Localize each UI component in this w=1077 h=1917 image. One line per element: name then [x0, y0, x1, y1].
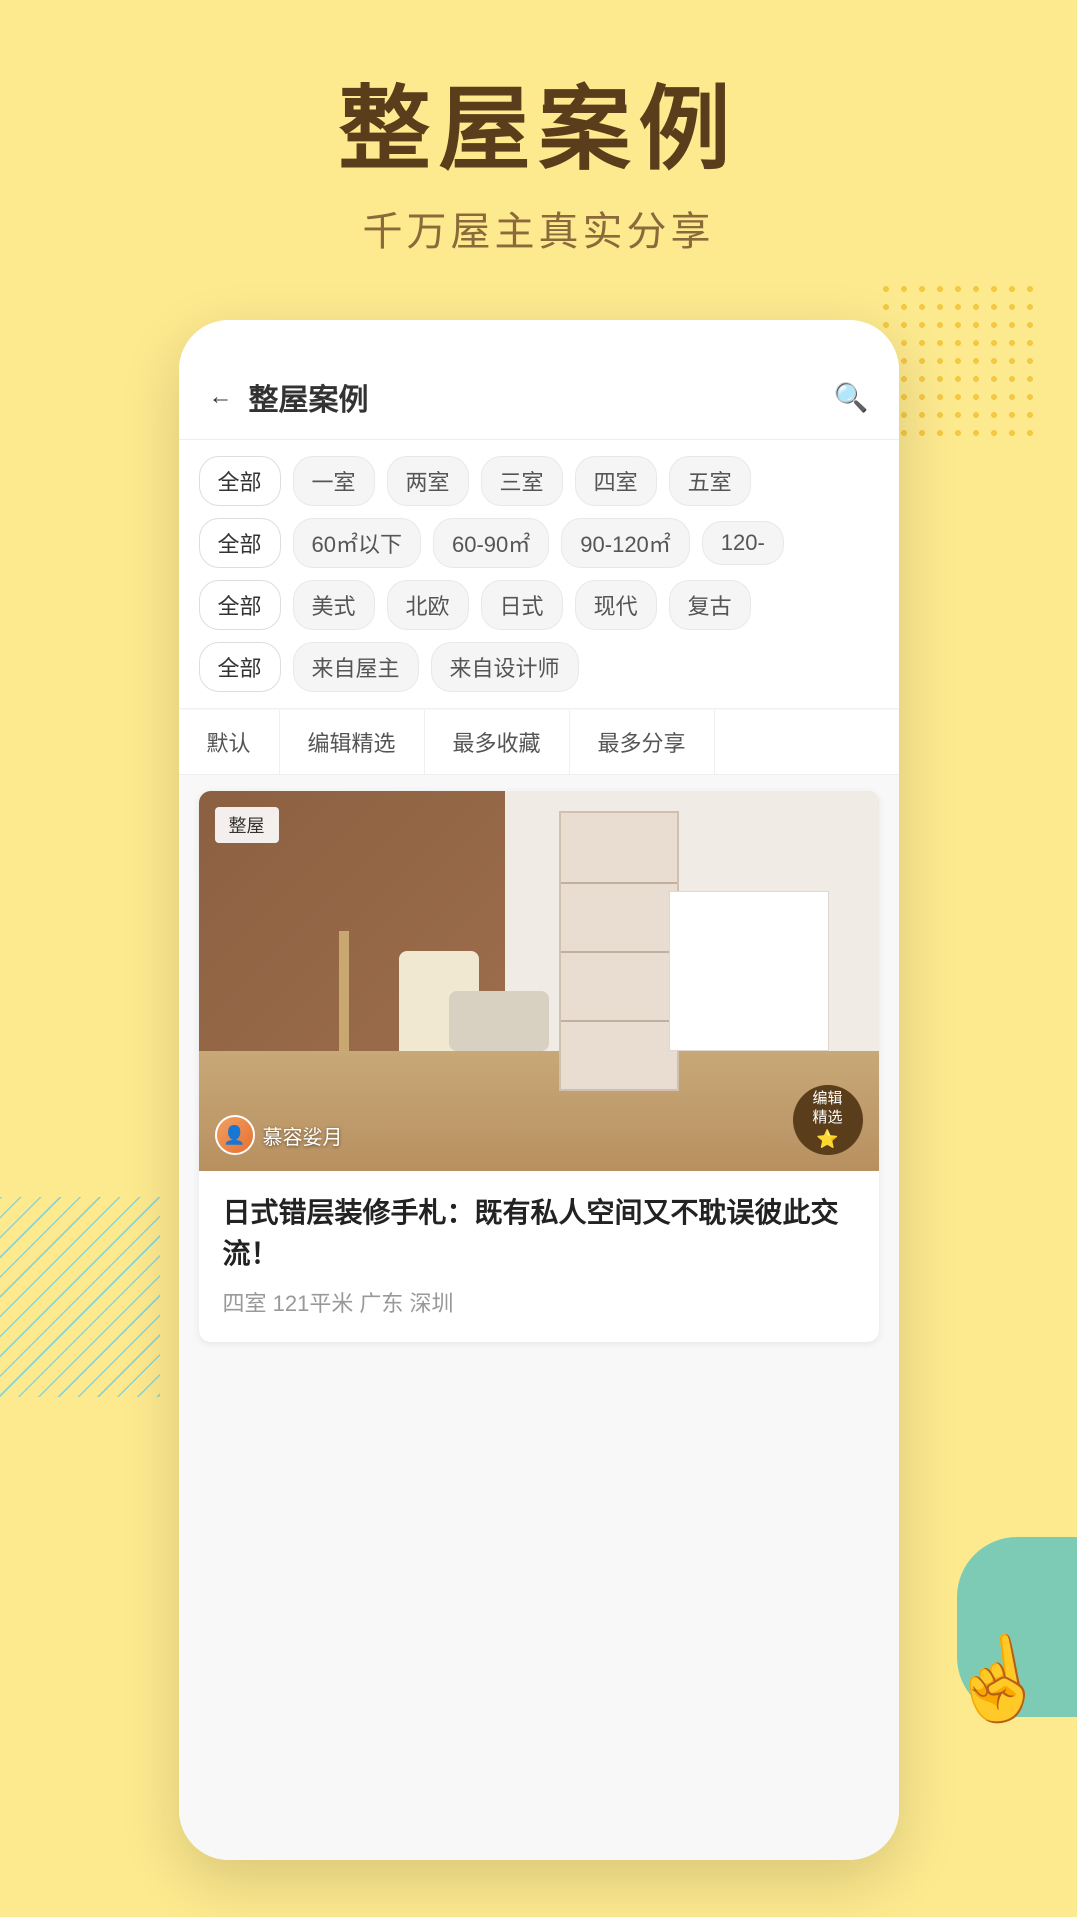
- filter-from-designer[interactable]: 来自设计师: [431, 642, 579, 692]
- bookshelf: [559, 811, 679, 1091]
- main-title: 整屋案例: [0, 80, 1077, 181]
- filter-all-source[interactable]: 全部: [199, 642, 281, 692]
- author-name: 慕容娑月: [263, 1121, 343, 1150]
- filter-area-90-120[interactable]: 90-120㎡: [561, 518, 690, 568]
- editor-badge-line1: 编辑: [812, 1089, 842, 1109]
- filter-row-source: 全部 来自屋主 来自设计师: [199, 642, 879, 692]
- page-title: 整屋案例: [249, 375, 834, 419]
- decorative-dots: [877, 280, 1037, 440]
- sub-title: 千万屋主真实分享: [0, 199, 1077, 257]
- filter-5-rooms[interactable]: 五室: [669, 456, 751, 506]
- filter-1-room[interactable]: 一室: [293, 456, 375, 506]
- card-type-badge: 整屋: [215, 807, 279, 843]
- filter-2-rooms[interactable]: 两室: [387, 456, 469, 506]
- filter-area-120plus[interactable]: 120-: [702, 521, 784, 565]
- decorative-hand: ☝️: [940, 1625, 1054, 1735]
- back-button[interactable]: ←: [209, 383, 233, 411]
- filter-nordic[interactable]: 北欧: [387, 580, 469, 630]
- filter-american[interactable]: 美式: [293, 580, 375, 630]
- search-button[interactable]: 🔍: [834, 381, 869, 414]
- filter-area-60[interactable]: 60㎡以下: [293, 518, 421, 568]
- filter-all-styles[interactable]: 全部: [199, 580, 281, 630]
- filter-row-area: 全部 60㎡以下 60-90㎡ 90-120㎡ 120-: [199, 518, 879, 568]
- card-author: 👤 慕容娑月: [215, 1115, 343, 1155]
- filter-modern[interactable]: 现代: [575, 580, 657, 630]
- author-avatar: 👤: [215, 1115, 255, 1155]
- editor-badge-line2: 精选: [812, 1108, 842, 1128]
- filter-all-area[interactable]: 全部: [199, 518, 281, 568]
- card-image: 整屋 👤 慕容娑月 编辑 精选 ⭐: [199, 791, 879, 1171]
- editor-pick-badge: 编辑 精选 ⭐: [793, 1085, 863, 1155]
- sort-row: 默认 编辑精选 最多收藏 最多分享: [179, 710, 899, 775]
- sort-most-saved[interactable]: 最多收藏: [425, 710, 570, 774]
- lamp: [339, 931, 349, 1051]
- card-body: 日式错层装修手札：既有私人空间又不耽误彼此交流！ 四室 121平米 广东 深圳: [199, 1171, 879, 1342]
- filter-row-room-type: 全部 一室 两室 三室 四室 五室: [199, 456, 879, 506]
- filter-from-owner[interactable]: 来自屋主: [293, 642, 419, 692]
- filter-section: 全部 一室 两室 三室 四室 五室 全部 60㎡以下 60-90㎡ 90-120…: [179, 440, 899, 709]
- filter-row-style: 全部 美式 北欧 日式 现代 复古: [199, 580, 879, 630]
- room-illustration: [199, 791, 879, 1171]
- app-header: ← 整屋案例 🔍: [179, 320, 899, 440]
- filter-japanese[interactable]: 日式: [481, 580, 563, 630]
- sort-default[interactable]: 默认: [179, 710, 280, 774]
- sort-editor-pick[interactable]: 编辑精选: [280, 710, 425, 774]
- title-section: 整屋案例 千万屋主真实分享: [0, 80, 1077, 257]
- sort-most-shared[interactable]: 最多分享: [570, 710, 715, 774]
- card-title: 日式错层装修手札：既有私人空间又不耽误彼此交流！: [223, 1193, 855, 1274]
- cabinet: [669, 891, 829, 1051]
- case-card[interactable]: 整屋 👤 慕容娑月 编辑 精选 ⭐ 日式错层装修手札：既有私人空间又不耽误彼此交…: [199, 791, 879, 1342]
- card-meta: 四室 121平米 广东 深圳: [223, 1286, 855, 1318]
- filter-vintage[interactable]: 复古: [669, 580, 751, 630]
- filter-all-rooms[interactable]: 全部: [199, 456, 281, 506]
- filter-4-rooms[interactable]: 四室: [575, 456, 657, 506]
- filter-area-60-90[interactable]: 60-90㎡: [433, 518, 549, 568]
- ottoman: [449, 991, 549, 1051]
- phone-mockup: ← 整屋案例 🔍 全部 一室 两室 三室 四室 五室 全部 60㎡以下 60-9…: [179, 320, 899, 1860]
- filter-3-rooms[interactable]: 三室: [481, 456, 563, 506]
- app-screen: ← 整屋案例 🔍 全部 一室 两室 三室 四室 五室 全部 60㎡以下 60-9…: [179, 320, 899, 1860]
- decorative-lines: [0, 1197, 160, 1397]
